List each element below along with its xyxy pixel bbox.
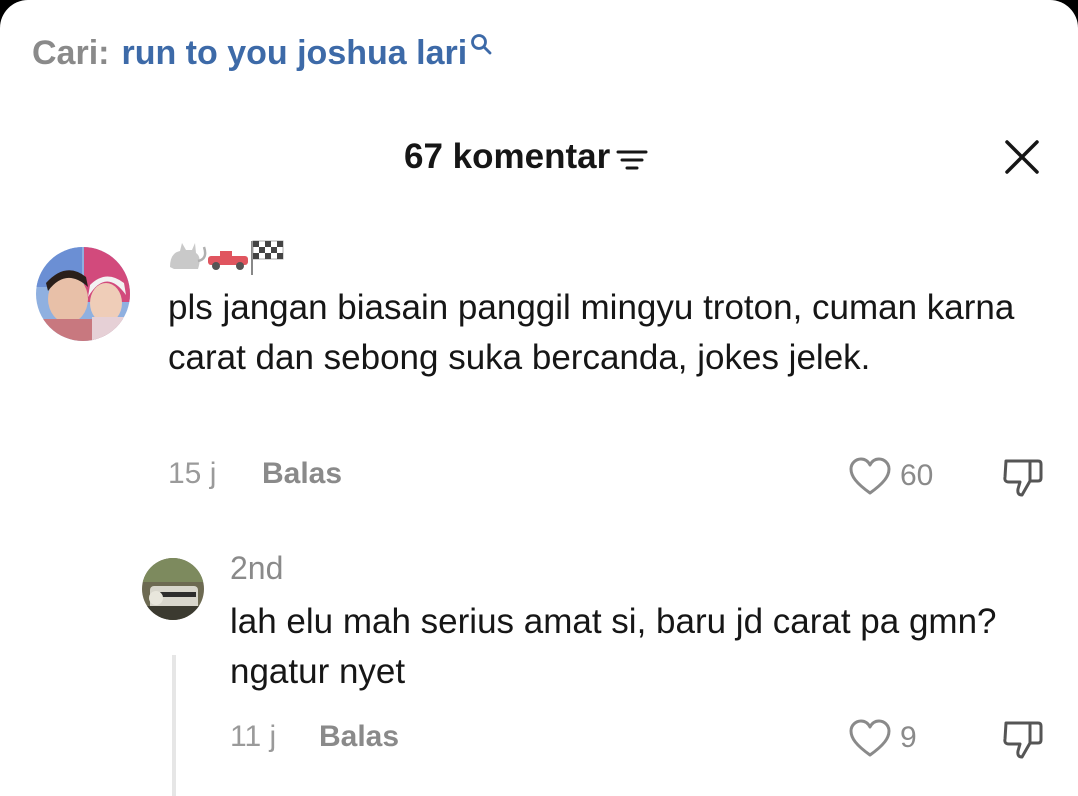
dislike-icon[interactable]: [1000, 717, 1044, 761]
like-count: 60: [900, 459, 934, 492]
search-prefix: Cari:: [32, 33, 110, 72]
race-car-icon: [208, 251, 248, 270]
avatar[interactable]: [36, 247, 130, 341]
reply-button[interactable]: Balas: [262, 457, 342, 491]
like-count: 9: [900, 721, 917, 754]
search-query-link[interactable]: run to you joshua lari: [121, 34, 467, 73]
username-emoji[interactable]: [168, 237, 288, 277]
close-icon[interactable]: [1002, 137, 1042, 177]
like-button[interactable]: 9: [848, 718, 917, 758]
checkered-flag-icon: [251, 240, 284, 275]
like-button[interactable]: 60: [848, 456, 933, 496]
comment-time: 15 j: [168, 457, 217, 490]
avatar[interactable]: [142, 558, 204, 620]
reply-time: 11 j: [230, 720, 277, 753]
comments-sheet: Cari: run to you joshua lari 67 komentar: [0, 0, 1078, 796]
comment-text: pls jangan biasain panggil mingyu troton…: [168, 288, 1015, 377]
thread-line: [172, 655, 176, 796]
cat-icon: [170, 243, 207, 269]
filter-icon[interactable]: [616, 147, 648, 173]
search-suggestion[interactable]: Cari: run to you joshua lari: [32, 30, 493, 76]
comment-count: 67 komentar: [404, 137, 611, 176]
heart-icon[interactable]: [848, 456, 892, 496]
reply-username[interactable]: 2nd: [230, 550, 283, 587]
search-icon[interactable]: [469, 32, 493, 56]
dislike-icon[interactable]: [1000, 455, 1044, 499]
reply-text: lah elu mah serius amat si, baru jd cara…: [230, 602, 997, 691]
heart-icon[interactable]: [848, 718, 892, 758]
comments-header: 67 komentar: [0, 132, 1078, 182]
reply-button[interactable]: Balas: [319, 720, 399, 754]
sort-control[interactable]: 67 komentar: [404, 132, 648, 182]
